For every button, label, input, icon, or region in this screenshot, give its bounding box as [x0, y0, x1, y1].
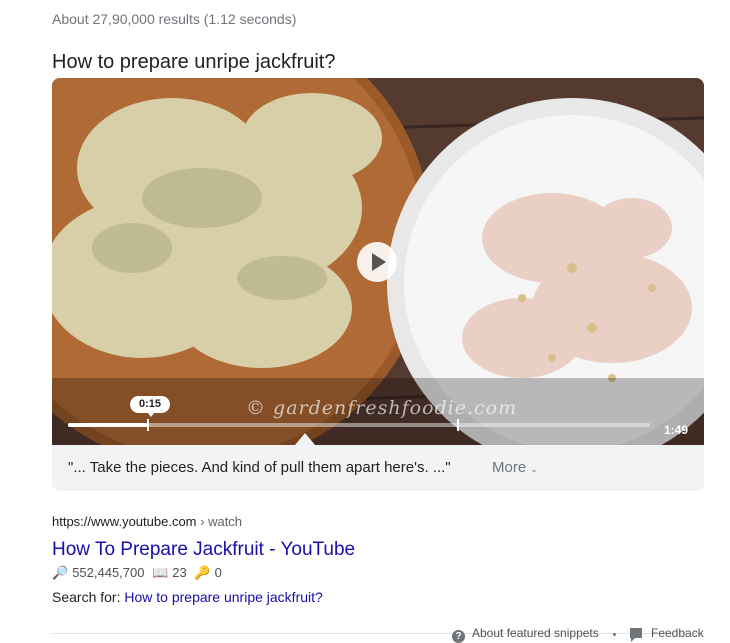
key-icon: 🔑 [194, 565, 211, 580]
search-for: Search for: How to prepare unripe jackfr… [52, 589, 323, 605]
more-button[interactable]: More ⌄ [492, 459, 538, 476]
caption-pointer [295, 433, 315, 445]
help-icon: ? [452, 630, 465, 643]
search-for-label: Search for: [52, 589, 121, 605]
clip-start-marker [146, 419, 149, 431]
url-domain: https://www.youtube.com [52, 514, 197, 529]
key-count: 0 [214, 565, 222, 580]
about-label: About featured snippets [472, 626, 599, 640]
more-label: More [492, 459, 527, 476]
clip-end-marker [456, 419, 459, 431]
play-button[interactable] [357, 242, 397, 282]
current-time-badge: 0:15 [130, 396, 170, 417]
feedback-label: Feedback [651, 626, 704, 640]
magnifier-icon: 🔎 [52, 565, 69, 580]
video-duration: 1:49 [664, 423, 689, 437]
feedback-link[interactable]: Feedback [630, 626, 704, 642]
video-timeline[interactable] [68, 419, 650, 431]
search-for-link[interactable]: How to prepare unripe jackfruit? [124, 589, 322, 605]
timeline-progress [68, 423, 148, 427]
video-player[interactable]: © gardenfreshfoodie.com 0:15 1:49 [52, 78, 704, 445]
feedback-icon [630, 628, 642, 642]
divider [52, 633, 704, 634]
book-icon: 📖 [152, 565, 169, 580]
book-count: 23 [172, 565, 187, 580]
about-snippets-link[interactable]: ? About featured snippets [452, 626, 599, 643]
chevron-down-icon: ⌄ [530, 464, 538, 474]
url-breadcrumb: › watch [200, 514, 243, 529]
view-count: 552,445,700 [72, 565, 145, 580]
snippet-question: How to prepare unripe jackfruit? [52, 51, 336, 73]
result-meta: 🔎 552,445,700 📖 23 🔑 0 [52, 565, 226, 581]
results-stats: About 27,90,000 results (1.12 seconds) [52, 11, 297, 27]
separator-dot [613, 633, 616, 636]
result-title-link[interactable]: How To Prepare Jackfruit - YouTube [52, 539, 355, 561]
video-watermark: © gardenfreshfoodie.com [246, 397, 518, 419]
caption-text: "... Take the pieces. And kind of pull t… [68, 459, 451, 476]
transcript-caption: "... Take the pieces. And kind of pull t… [52, 445, 704, 491]
result-url[interactable]: https://www.youtube.com › watch [52, 514, 242, 529]
